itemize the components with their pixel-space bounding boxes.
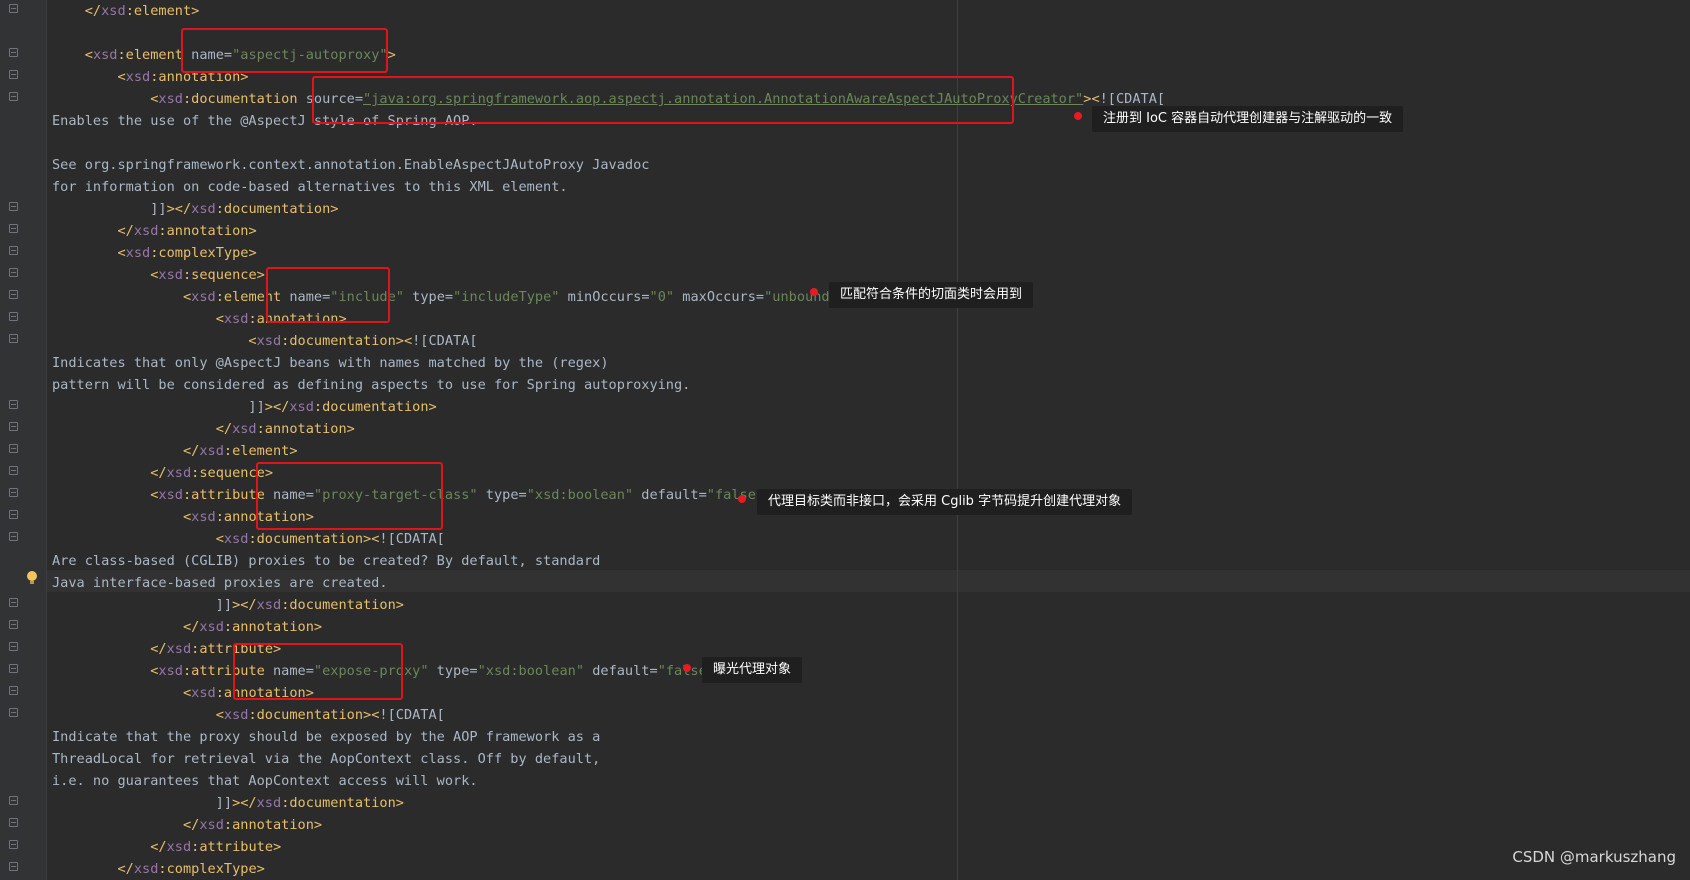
fold-marker-icon[interactable] — [9, 400, 18, 409]
fold-marker-icon[interactable] — [9, 290, 18, 299]
lightbulb-intention-icon[interactable] — [27, 571, 37, 584]
annotation-note: 匹配符合条件的切面类时会用到 — [829, 282, 1034, 308]
fold-marker-icon[interactable] — [9, 642, 18, 651]
code-line[interactable]: Indicates that only @AspectJ beans with … — [52, 352, 1165, 374]
code-line[interactable]: </xsd:annotation> — [52, 418, 1165, 440]
annotation-pointer — [738, 495, 746, 503]
fold-marker-icon[interactable] — [9, 686, 18, 695]
fold-marker-icon[interactable] — [9, 840, 18, 849]
fold-marker-icon[interactable] — [9, 246, 18, 255]
code-line[interactable]: pattern will be considered as defining a… — [52, 374, 1165, 396]
fold-marker-icon[interactable] — [9, 488, 18, 497]
code-line[interactable] — [52, 132, 1165, 154]
code-line[interactable]: </xsd:element> — [52, 0, 1165, 22]
code-line[interactable]: ThreadLocal for retrieval via the AopCon… — [52, 748, 1165, 770]
fold-marker-icon[interactable] — [9, 334, 18, 343]
fold-marker-icon[interactable] — [9, 818, 18, 827]
fold-marker-icon[interactable] — [9, 422, 18, 431]
code-line[interactable]: for information on code-based alternativ… — [52, 176, 1165, 198]
code-line[interactable]: <xsd:complexType> — [52, 242, 1165, 264]
code-line[interactable]: <xsd:annotation> — [52, 682, 1165, 704]
annotation-note: 代理目标类而非接口，会采用 Cglib 字节码提升创建代理对象 — [757, 489, 1133, 515]
code-line[interactable]: </xsd:element> — [52, 440, 1165, 462]
fold-marker-icon[interactable] — [9, 224, 18, 233]
fold-marker-icon[interactable] — [9, 510, 18, 519]
code-line[interactable]: <xsd:documentation><![CDATA[ — [52, 704, 1165, 726]
fold-marker-icon[interactable] — [9, 312, 18, 321]
fold-marker-icon[interactable] — [9, 598, 18, 607]
code-line[interactable]: i.e. no guarantees that AopContext acces… — [52, 770, 1165, 792]
fold-marker-icon[interactable] — [9, 532, 18, 541]
annotation-pointer — [683, 664, 691, 672]
code-line[interactable]: <xsd:attribute name="expose-proxy" type=… — [52, 660, 1165, 682]
fold-marker-icon[interactable] — [9, 620, 18, 629]
fold-marker-icon[interactable] — [9, 70, 18, 79]
code-line[interactable]: <xsd:documentation><![CDATA[ — [52, 330, 1165, 352]
highlight-box-include — [266, 267, 390, 323]
code-line[interactable]: </xsd:attribute> — [52, 638, 1165, 660]
highlight-box-creator-class — [312, 76, 1014, 124]
code-line[interactable]: Indicate that the proxy should be expose… — [52, 726, 1165, 748]
code-line[interactable]: Java interface-based proxies are created… — [52, 572, 1165, 594]
highlight-box-aspectj-autoproxy — [181, 28, 388, 73]
fold-marker-icon[interactable] — [9, 444, 18, 453]
fold-marker-icon[interactable] — [9, 708, 18, 717]
code-line[interactable]: </xsd:sequence> — [52, 462, 1165, 484]
fold-marker-icon[interactable] — [9, 4, 18, 13]
code-line[interactable]: </xsd:attribute> — [52, 836, 1165, 858]
code-line[interactable]: See org.springframework.context.annotati… — [52, 154, 1165, 176]
annotation-pointer — [1074, 112, 1082, 120]
annotation-pointer — [810, 288, 818, 296]
code-line[interactable]: </xsd:complexType> — [52, 858, 1165, 880]
code-line[interactable]: </xsd:annotation> — [52, 616, 1165, 638]
code-line[interactable]: </xsd:annotation> — [52, 220, 1165, 242]
fold-marker-icon[interactable] — [9, 202, 18, 211]
fold-marker-icon[interactable] — [9, 92, 18, 101]
fold-marker-icon[interactable] — [9, 48, 18, 57]
watermark: CSDN @markuszhang — [1512, 848, 1676, 866]
code-line[interactable]: ]]></xsd:documentation> — [52, 792, 1165, 814]
code-line[interactable]: <xsd:annotation> — [52, 308, 1165, 330]
code-line[interactable]: ]]></xsd:documentation> — [52, 594, 1165, 616]
fold-marker-icon[interactable] — [9, 268, 18, 277]
code-line[interactable]: ]]></xsd:documentation> — [52, 198, 1165, 220]
fold-marker-icon[interactable] — [9, 862, 18, 871]
code-line[interactable]: </xsd:annotation> — [52, 814, 1165, 836]
code-line[interactable]: <xsd:documentation><![CDATA[ — [52, 528, 1165, 550]
fold-marker-icon[interactable] — [9, 664, 18, 673]
editor-gutter — [0, 0, 47, 880]
fold-marker-icon[interactable] — [9, 796, 18, 805]
code-line[interactable]: Are class-based (CGLIB) proxies to be cr… — [52, 550, 1165, 572]
code-editor[interactable]: </xsd:element> <xsd:element name="aspect… — [52, 0, 1165, 880]
highlight-box-expose-proxy — [233, 643, 403, 700]
annotation-note: 注册到 IoC 容器自动代理创建器与注解驱动的一致 — [1092, 106, 1404, 132]
highlight-box-proxy-target-class — [256, 462, 443, 530]
code-line[interactable]: ]]></xsd:documentation> — [52, 396, 1165, 418]
fold-marker-icon[interactable] — [9, 466, 18, 475]
annotation-note: 曝光代理对象 — [702, 657, 803, 683]
